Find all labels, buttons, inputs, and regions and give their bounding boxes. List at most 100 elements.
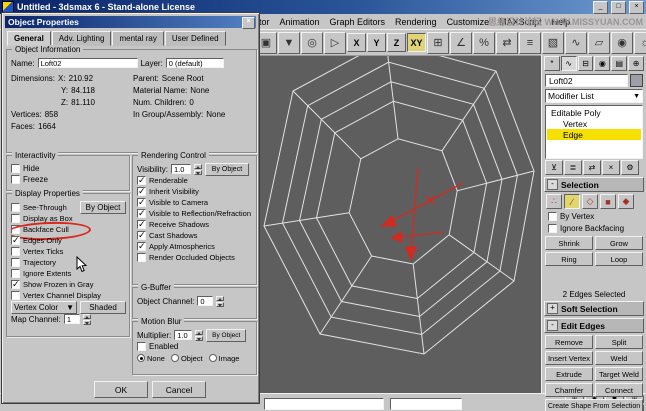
checkbox[interactable]: [137, 187, 146, 196]
radio-button[interactable]: [208, 354, 217, 362]
checkbox-row[interactable]: Visible to Camera: [137, 197, 253, 208]
object-name-input[interactable]: Loft02: [37, 58, 138, 68]
spinner[interactable]: [195, 329, 204, 341]
checkbox[interactable]: [137, 253, 146, 262]
utilities-tab[interactable]: ⊕: [628, 56, 644, 71]
selection-button[interactable]: Ring: [545, 252, 593, 266]
selection-button[interactable]: Shrink: [545, 236, 593, 250]
restrict-x-button[interactable]: X: [347, 33, 366, 52]
move-gizmo[interactable]: [380, 167, 464, 262]
checkbox[interactable]: [137, 342, 146, 351]
collapse-icon[interactable]: -: [547, 179, 558, 190]
visibility-by-object-button[interactable]: By Object: [204, 163, 249, 176]
stack-row[interactable]: Vertex: [547, 118, 641, 129]
multiplier-input[interactable]: 1.0: [174, 330, 193, 340]
expand-icon[interactable]: +: [547, 303, 558, 314]
tab-user-defined[interactable]: User Defined: [164, 31, 226, 46]
maximize-button[interactable]: □: [611, 0, 626, 14]
checkbox-row[interactable]: Inherit Visibility: [137, 186, 253, 197]
checkbox[interactable]: [137, 242, 146, 251]
edit-edges-button[interactable]: Connect: [595, 383, 643, 397]
checkbox[interactable]: [137, 198, 146, 207]
edit-edges-button[interactable]: Extrude: [545, 367, 593, 381]
radio-button[interactable]: [170, 354, 179, 362]
border-mode-icon[interactable]: ◇: [582, 194, 598, 209]
visibility-input[interactable]: 1.0: [170, 164, 191, 174]
pin-stack-icon[interactable]: ⊻: [545, 160, 563, 175]
edit-edges-button[interactable]: Insert Vertex: [545, 351, 593, 365]
checkbox-row[interactable]: Edges Only: [11, 235, 126, 246]
selection-rollout-header[interactable]: - Selection: [544, 177, 644, 192]
selection-button[interactable]: Loop: [595, 252, 643, 266]
selection-button[interactable]: Grow: [595, 236, 643, 250]
enabled-checkbox[interactable]: Enabled: [137, 341, 253, 352]
edit-edges-button[interactable]: Weld: [595, 351, 643, 365]
snaps-toggle-icon[interactable]: ⊞: [427, 31, 449, 54]
checkbox[interactable]: [11, 247, 20, 256]
motion-blur-radio[interactable]: Object: [170, 354, 203, 363]
spinner[interactable]: [193, 163, 202, 175]
display-tab[interactable]: ▤: [611, 56, 628, 71]
ignore-backfacing-checkbox[interactable]: Ignore Backfacing: [548, 223, 640, 234]
dialog-title-bar[interactable]: Object Properties ×: [5, 16, 256, 29]
restrict-xy-plane-button[interactable]: XY: [407, 33, 426, 52]
material-editor-icon[interactable]: ◉: [611, 31, 633, 54]
object-color-swatch[interactable]: [630, 74, 643, 87]
checkbox[interactable]: [11, 258, 20, 267]
shaded-button[interactable]: Shaded: [80, 300, 126, 314]
checkbox[interactable]: [137, 220, 146, 229]
checkbox-row[interactable]: Visible to Reflection/Refraction: [137, 208, 253, 219]
checkbox[interactable]: [11, 269, 20, 278]
modify-tab[interactable]: ∿: [560, 56, 577, 71]
radio-button[interactable]: [137, 354, 145, 362]
display-by-object-button[interactable]: By Object: [80, 201, 126, 214]
stack-row[interactable]: Edge: [547, 129, 641, 140]
checkbox[interactable]: [11, 202, 20, 212]
checkbox[interactable]: [11, 280, 20, 289]
layer-manager-icon[interactable]: ▧: [542, 31, 564, 54]
motion-blur-radio[interactable]: Image: [208, 354, 239, 363]
checkbox-row[interactable]: Receive Shadows: [137, 219, 253, 230]
percent-snap-icon[interactable]: %: [473, 31, 495, 54]
checkbox-row[interactable]: Renderable: [137, 175, 253, 186]
by-vertex-checkbox[interactable]: By Vertex: [548, 211, 640, 222]
checkbox[interactable]: [11, 225, 20, 234]
tab-adv-lighting[interactable]: Adv. Lighting: [51, 31, 112, 46]
checkbox-row[interactable]: Vertex Channel Display: [11, 290, 126, 301]
checkbox[interactable]: [137, 176, 146, 185]
layer-field[interactable]: 0 (default): [165, 58, 224, 68]
edge-mode-icon[interactable]: ∕: [564, 194, 580, 209]
edit-edges-button[interactable]: Chamfer: [545, 383, 593, 397]
checkbox[interactable]: [11, 291, 20, 300]
blur-by-object-button[interactable]: By Object: [206, 329, 247, 342]
checkbox-row[interactable]: Render Occluded Objects: [137, 252, 253, 263]
checkbox-row[interactable]: Cast Shadows: [137, 230, 253, 241]
make-unique-icon[interactable]: ⇄: [583, 160, 601, 175]
checkbox[interactable]: [11, 214, 20, 223]
dialog-close-button[interactable]: ×: [242, 17, 255, 29]
edit-edges-button[interactable]: Split: [595, 335, 643, 349]
motion-blur-radio[interactable]: None: [137, 354, 165, 363]
object-channel-input[interactable]: 0: [197, 296, 214, 306]
polygon-mode-icon[interactable]: ■: [600, 194, 616, 209]
menu-item[interactable]: Customize: [442, 16, 495, 28]
configure-modifier-sets-icon[interactable]: ⚙: [621, 160, 639, 175]
vertex-mode-icon[interactable]: ∴: [546, 194, 562, 209]
tab-general[interactable]: General: [7, 31, 51, 46]
edit-edges-rollout-header[interactable]: - Edit Edges: [544, 318, 644, 333]
angle-snap-icon[interactable]: ∠: [450, 31, 472, 54]
minimize-button[interactable]: _: [593, 0, 608, 14]
checkbox-row[interactable]: Ignore Extents: [11, 268, 126, 279]
checkbox-row[interactable]: Backface Cull: [11, 224, 126, 235]
hierarchy-tab[interactable]: ⊟: [577, 56, 594, 71]
checkbox-row[interactable]: Trajectory: [11, 257, 126, 268]
menu-item[interactable]: Rendering: [390, 16, 442, 28]
checkbox-row[interactable]: Show Frozen in Gray: [11, 279, 126, 290]
stack-row[interactable]: Editable Poly: [547, 107, 641, 118]
edit-edges-button[interactable]: Target Weld: [595, 367, 643, 381]
ok-button[interactable]: OK: [94, 381, 148, 398]
modifier-list-dropdown[interactable]: Modifier List ▼: [545, 89, 643, 103]
close-button[interactable]: ×: [629, 0, 644, 14]
checkbox-row[interactable]: Apply Atmospherics: [137, 241, 253, 252]
cancel-button[interactable]: Cancel: [152, 381, 206, 398]
